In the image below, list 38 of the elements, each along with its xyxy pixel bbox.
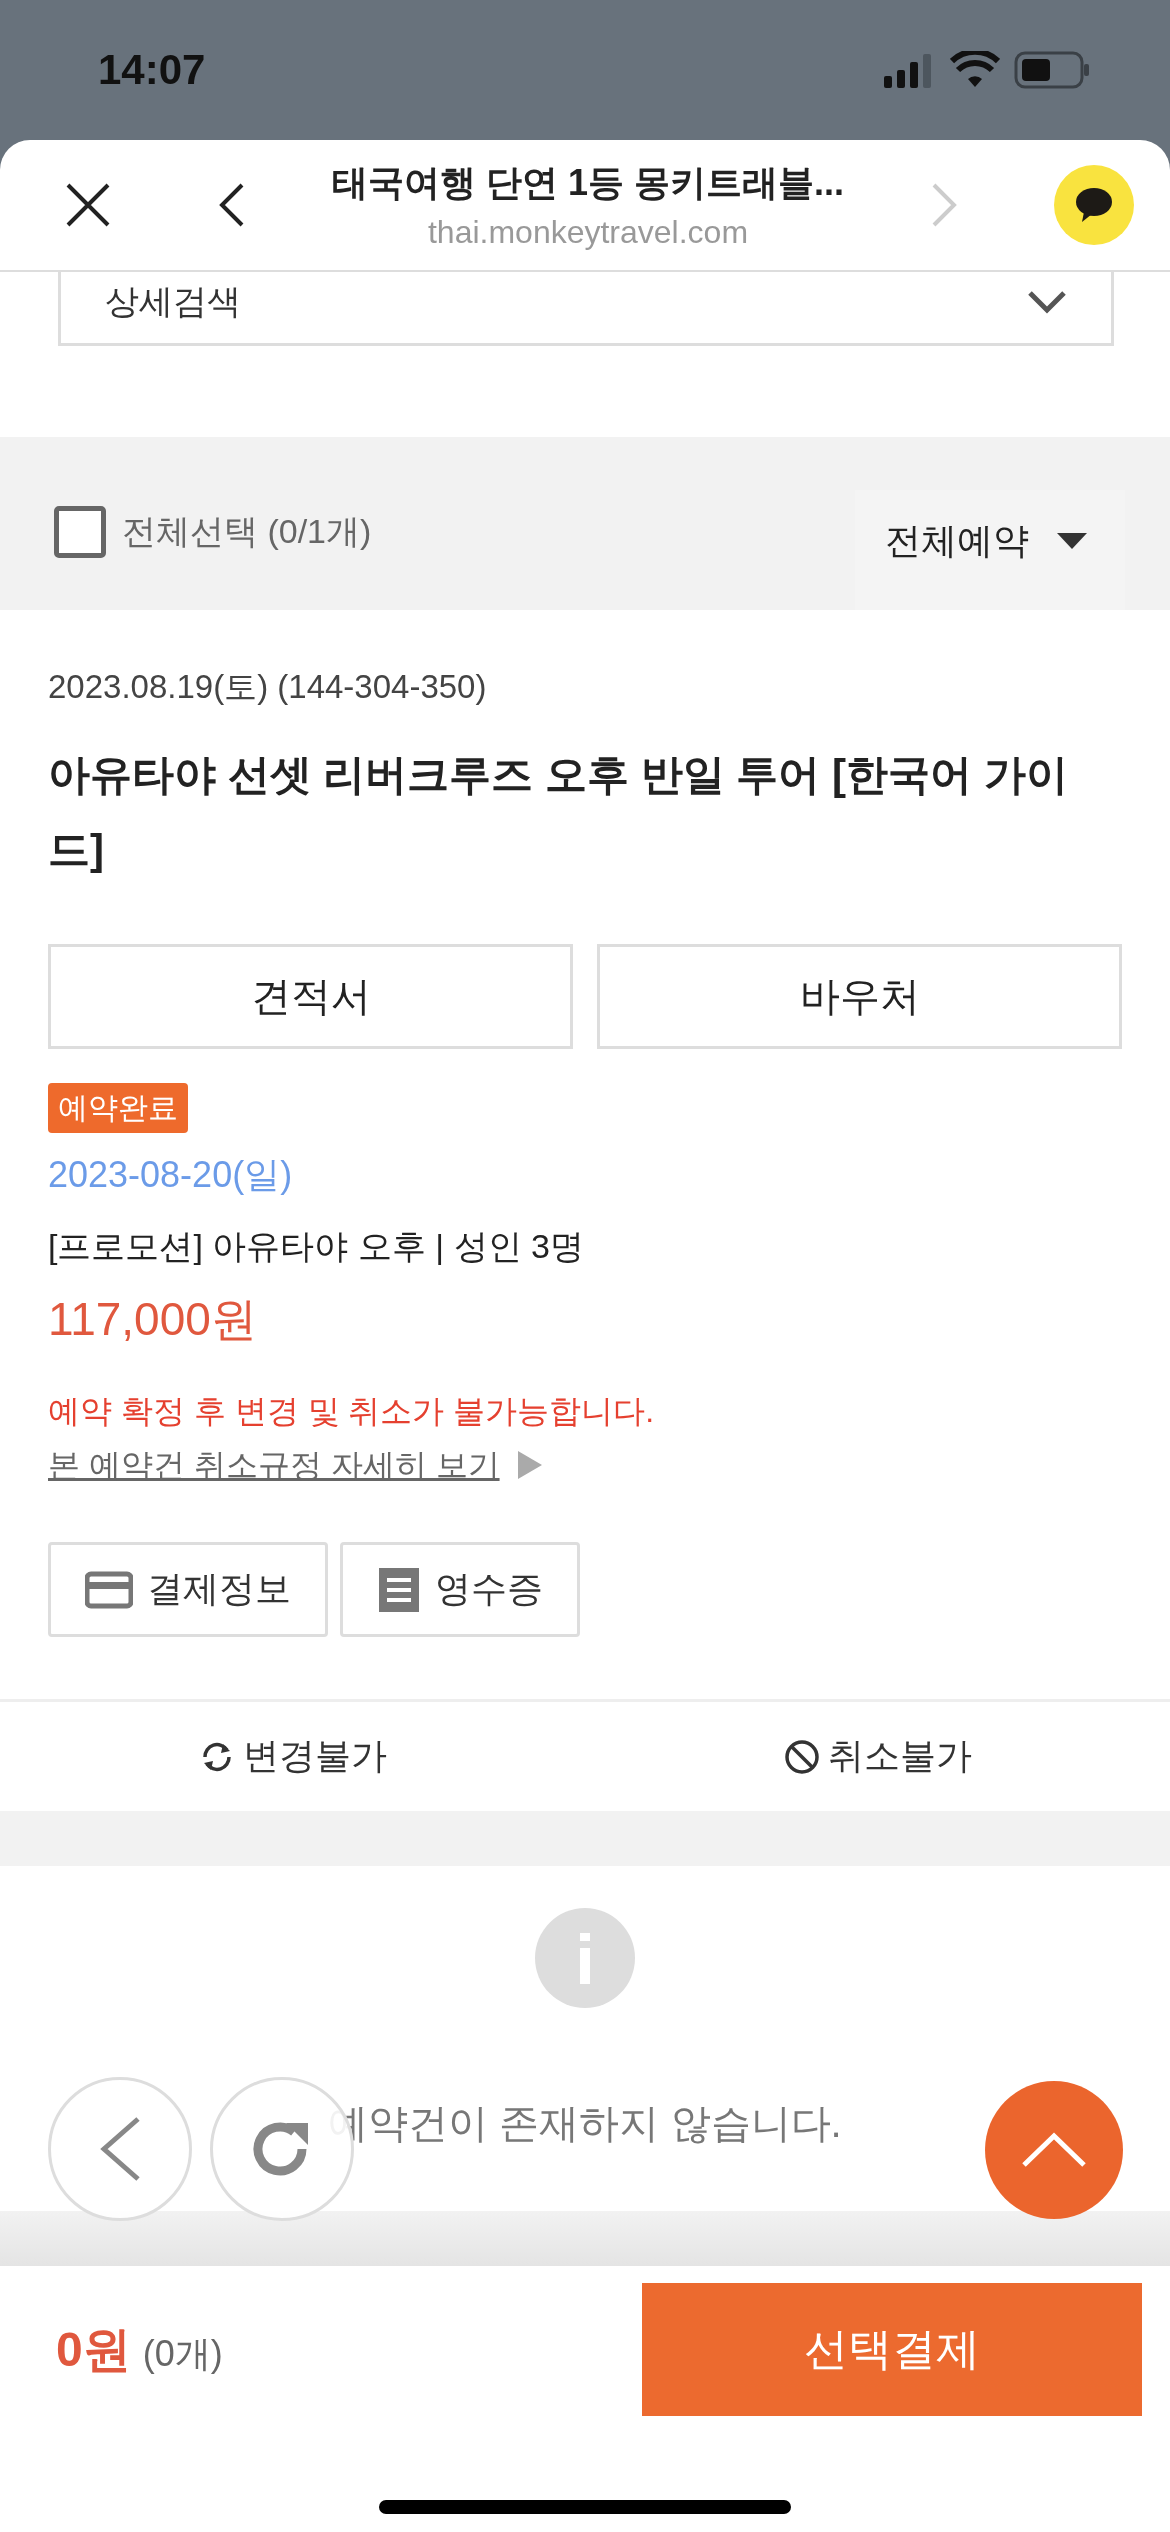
policy-link[interactable]: 본 예약건 취소규정 자세히 보기	[48, 1443, 500, 1487]
page-url: thai.monkeytravel.com	[427, 214, 749, 251]
battery-icon	[1014, 51, 1090, 89]
chevron-up-icon	[1021, 2132, 1087, 2168]
close-icon	[65, 182, 111, 228]
booking-date-code: 2023.08.19(토) (144-304-350)	[48, 667, 487, 707]
price: 117,000원	[48, 1292, 257, 1347]
chevron-left-icon	[218, 182, 246, 228]
caret-icon	[1057, 533, 1087, 549]
chevron-down-icon	[1027, 289, 1067, 314]
document-button[interactable]: 바우처	[597, 944, 1122, 1049]
status-badge: 예약완료	[48, 1083, 188, 1133]
receipt-icon	[377, 1565, 421, 1614]
page-title: 태국여행 단연 1등 몽키트래블...	[331, 161, 844, 205]
info-button[interactable]: 결제정보	[48, 1542, 328, 1637]
prohibited-icon	[783, 1738, 820, 1775]
booking-action-button[interactable]: 변경불가	[0, 1731, 585, 1782]
detail-search-dropdown[interactable]: 상세검색	[58, 272, 1114, 346]
speech-bubble-icon	[1074, 186, 1114, 224]
select-all-label: 전체선택 (0/1개)	[122, 511, 372, 552]
travel-date: 2023-08-20(일)	[48, 1153, 293, 1197]
empty-message: 예약건이 존재하지 않습니다.	[328, 2100, 842, 2147]
select-all-checkbox[interactable]	[54, 506, 106, 558]
tour-title: 아유타야 선셋 리버크루즈 오후 반일 투어 [한국어 가이드]	[48, 750, 1069, 875]
play-icon	[517, 1451, 542, 1479]
credit-card-icon	[85, 1569, 133, 1610]
info-icon	[535, 1908, 635, 2008]
status-time: 14:07	[98, 46, 206, 94]
wifi-icon	[950, 51, 1000, 89]
selected-total: 0원	[56, 2322, 131, 2376]
chevron-right-icon	[930, 182, 958, 228]
booking-action-button[interactable]: 취소불가	[585, 1731, 1170, 1782]
booking-description: [프로모션] 아유타야 오후 | 성인 3명	[48, 1226, 584, 1267]
selected-count: (0개)	[142, 2332, 223, 2374]
document-button[interactable]: 견적서	[48, 944, 573, 1049]
chevron-left-icon	[98, 2116, 142, 2182]
info-button[interactable]: 영수증	[340, 1542, 580, 1637]
cancellation-warning: 예약 확정 후 변경 및 취소가 불가능합니다.	[48, 1392, 655, 1431]
